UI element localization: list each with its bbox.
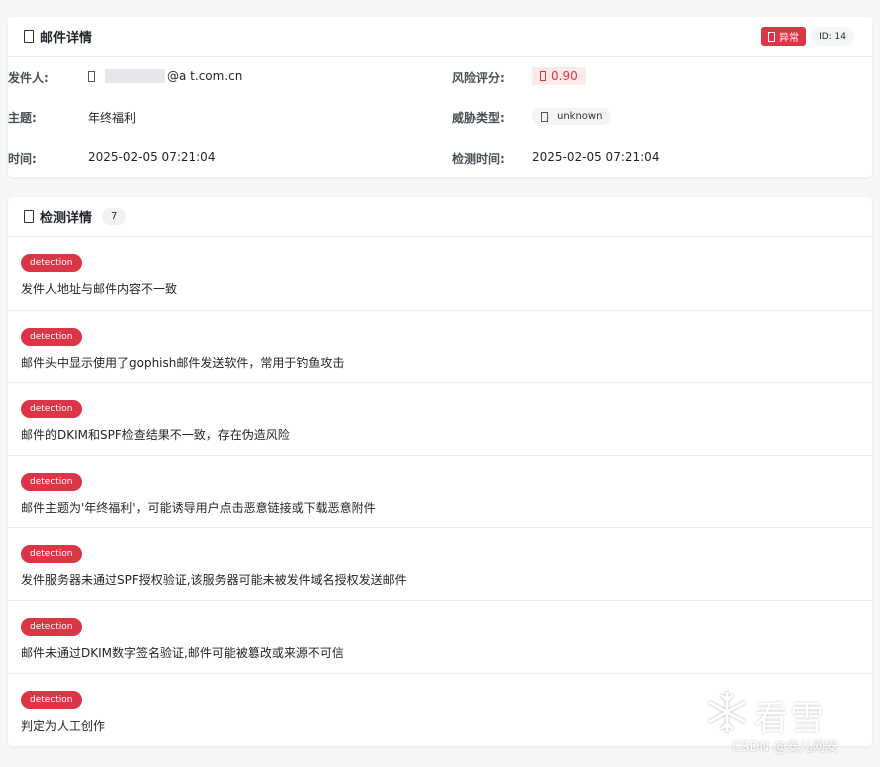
detection-text: 邮件未通过DKIM数字签名验证,邮件可能被篡改或来源不可信: [21, 645, 344, 660]
detection-tag: detection: [21, 327, 82, 346]
warning-icon: [768, 31, 775, 42]
risk-score-value: 0.90: [532, 67, 586, 85]
detection-detail-header: 检测详情 7: [8, 197, 872, 237]
sender-label: 发件人:: [8, 71, 49, 85]
tag-icon: [541, 111, 548, 122]
risk-score-number: 0.90: [551, 69, 578, 83]
watermark-brand: 看雪: [754, 699, 826, 739]
detection-item: detection 邮件头中显示使用了gophish邮件发送软件，常用于钓鱼攻击: [8, 309, 872, 383]
detection-detail-title: 检测详情: [40, 211, 93, 226]
detection-text: 发件人地址与邮件内容不一致: [21, 282, 178, 296]
status-badge-label: 异常: [779, 33, 799, 44]
detection-list: detection 发件人地址与邮件内容不一致 detection 邮件头中显示…: [8, 237, 872, 745]
watermark-csdn: CSDN @安儿网安: [732, 740, 839, 755]
email-detail-header: 邮件详情 异常 ID: 14: [8, 17, 872, 57]
email-info-grid: 发件人: @a t.com.cn 主题: 年终福利 时间: 2025-02-05…: [8, 57, 872, 177]
threat-type-pill: unknown: [532, 108, 612, 125]
detection-item: detection 发件人地址与邮件内容不一致: [8, 237, 872, 310]
watermark: 看雪 CSDN @安儿网安: [704, 689, 874, 759]
user-icon: [88, 70, 95, 82]
risk-score-pill: 0.90: [532, 67, 586, 85]
subject-value: 年终福利: [88, 111, 137, 125]
threat-type-value: unknown: [532, 108, 612, 125]
chart-icon: [540, 71, 546, 81]
sender-value: @a t.com.cn: [88, 69, 242, 83]
detection-tag: detection: [21, 254, 82, 272]
mail-icon: [24, 30, 34, 43]
detection-item: detection 邮件未通过DKIM数字签名验证,邮件可能被篡改或来源不可信: [8, 599, 872, 673]
detection-tag: detection: [21, 400, 82, 419]
id-badge: ID: 14: [811, 27, 854, 46]
sender-domain: @a t.com.cn: [167, 69, 243, 83]
time-label: 时间:: [8, 152, 37, 166]
snowflake-icon: [708, 692, 746, 732]
status-badge: 异常: [761, 27, 806, 46]
detection-count-badge: 7: [102, 208, 127, 225]
detection-text: 邮件的DKIM和SPF检查结果不一致，存在伪造风险: [21, 428, 290, 443]
threat-type-label: 威胁类型:: [452, 111, 505, 125]
time-value: 2025-02-05 07:21:04: [88, 150, 216, 164]
detect-time-value: 2025-02-05 07:21:04: [532, 150, 660, 164]
detection-text: 邮件主题为'年终福利'，可能诱导用户点击恶意链接或下载恶意附件: [21, 500, 376, 515]
threat-type-text: unknown: [557, 111, 603, 122]
detection-item: detection 邮件的DKIM和SPF检查结果不一致，存在伪造风险: [8, 382, 872, 455]
email-detail-card: 邮件详情 异常 ID: 14 发件人: @a t.com.cn 主题: 年终福利…: [8, 17, 872, 177]
sender-masked-part: [105, 69, 165, 83]
detection-item: detection 邮件主题为'年终福利'，可能诱导用户点击恶意链接或下载恶意附…: [8, 454, 872, 528]
detection-tag: detection: [21, 617, 82, 636]
email-detail-title: 邮件详情: [40, 31, 93, 46]
subject-label: 主题:: [8, 111, 37, 125]
detection-text: 发件服务器未通过SPF授权验证,该服务器可能未被发件域名授权发送邮件: [21, 573, 407, 588]
detect-time-label: 检测时间:: [452, 152, 505, 166]
risk-score-label: 风险评分:: [452, 71, 505, 85]
detection-tag: detection: [21, 472, 82, 491]
detection-tag: detection: [21, 545, 82, 564]
detection-tag: detection: [21, 690, 82, 709]
detection-detail-card: 检测详情 7 detection 发件人地址与邮件内容不一致 detection…: [8, 197, 872, 746]
list-icon: [24, 210, 34, 223]
detection-item: detection 发件服务器未通过SPF授权验证,该服务器可能未被发件域名授权…: [8, 527, 872, 600]
detection-text: 邮件头中显示使用了gophish邮件发送软件，常用于钓鱼攻击: [21, 355, 345, 370]
